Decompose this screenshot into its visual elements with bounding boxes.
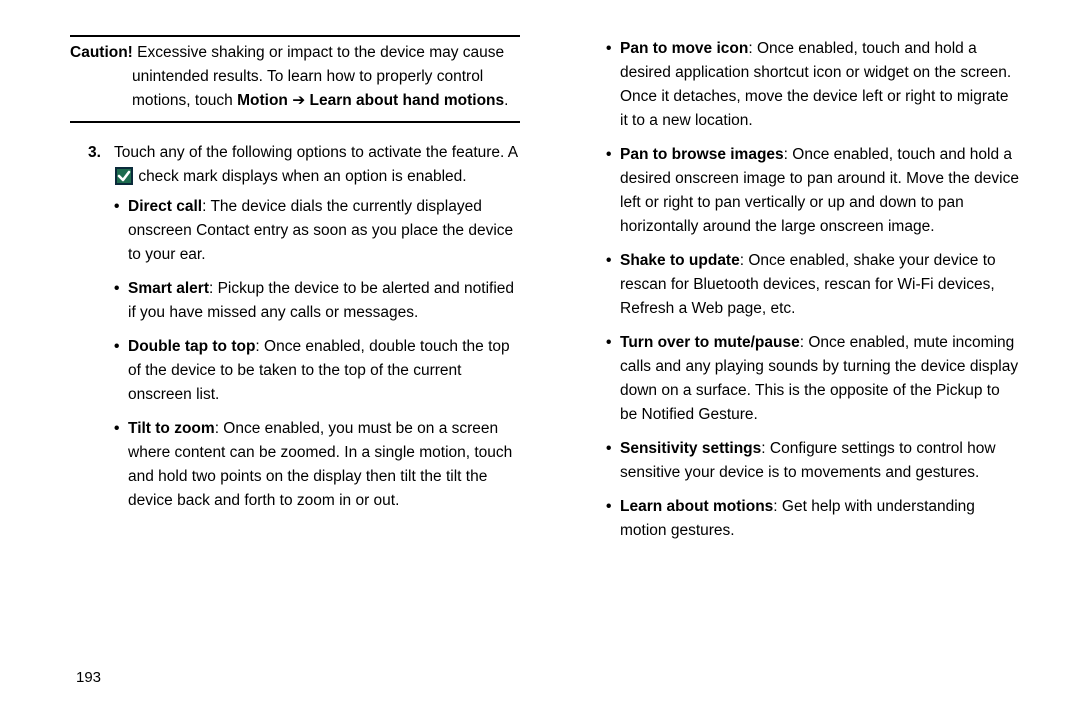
caution-bold-learn: Learn about hand motions [310,92,505,109]
feature-title: Tilt to zoom [128,420,215,437]
step-post: check mark displays when an option is en… [138,168,466,185]
list-item: Double tap to top: Once enabled, double … [114,335,520,407]
checkmark-icon [115,167,133,185]
step-3: 3. Touch any of the following options to… [70,141,520,189]
step-text: Touch any of the following options to ac… [114,141,520,189]
feature-title: Double tap to top [128,338,255,355]
caution-period: . [504,92,508,109]
caution-box: Caution! Excessive shaking or impact to … [70,35,520,123]
feature-title: Pan to browse images [620,146,784,163]
list-item: Turn over to mute/pause: Once enabled, m… [606,331,1020,427]
list-item: Pan to move icon: Once enabled, touch an… [606,37,1020,133]
page-number: 193 [76,669,101,686]
feature-title: Smart alert [128,280,209,297]
feature-title: Shake to update [620,252,740,269]
left-feature-list: Direct call: The device dials the curren… [70,195,520,513]
feature-title: Turn over to mute/pause [620,334,800,351]
list-item: Pan to browse images: Once enabled, touc… [606,143,1020,239]
feature-title: Direct call [128,198,202,215]
list-item: Direct call: The device dials the curren… [114,195,520,267]
step-number: 3. [88,141,114,165]
left-column: Caution! Excessive shaking or impact to … [70,35,520,553]
list-item: Shake to update: Once enabled, shake you… [606,249,1020,321]
right-feature-list: Pan to move icon: Once enabled, touch an… [570,37,1020,543]
right-column: Pan to move icon: Once enabled, touch an… [570,35,1020,553]
list-item: Sensitivity settings: Configure settings… [606,437,1020,485]
list-item: Smart alert: Pickup the device to be ale… [114,277,520,325]
two-column-layout: Caution! Excessive shaking or impact to … [70,35,1020,553]
caution-bold-motion: Motion [237,92,288,109]
feature-title: Learn about motions [620,498,773,515]
feature-title: Sensitivity settings [620,440,761,457]
list-item: Tilt to zoom: Once enabled, you must be … [114,417,520,513]
step-pre: Touch any of the following options to ac… [114,144,517,161]
caution-label: Caution! [70,44,133,61]
feature-title: Pan to move icon [620,40,748,57]
arrow-icon: ➔ [288,92,310,109]
manual-page: Caution! Excessive shaking or impact to … [0,0,1080,720]
list-item: Learn about motions: Get help with under… [606,495,1020,543]
